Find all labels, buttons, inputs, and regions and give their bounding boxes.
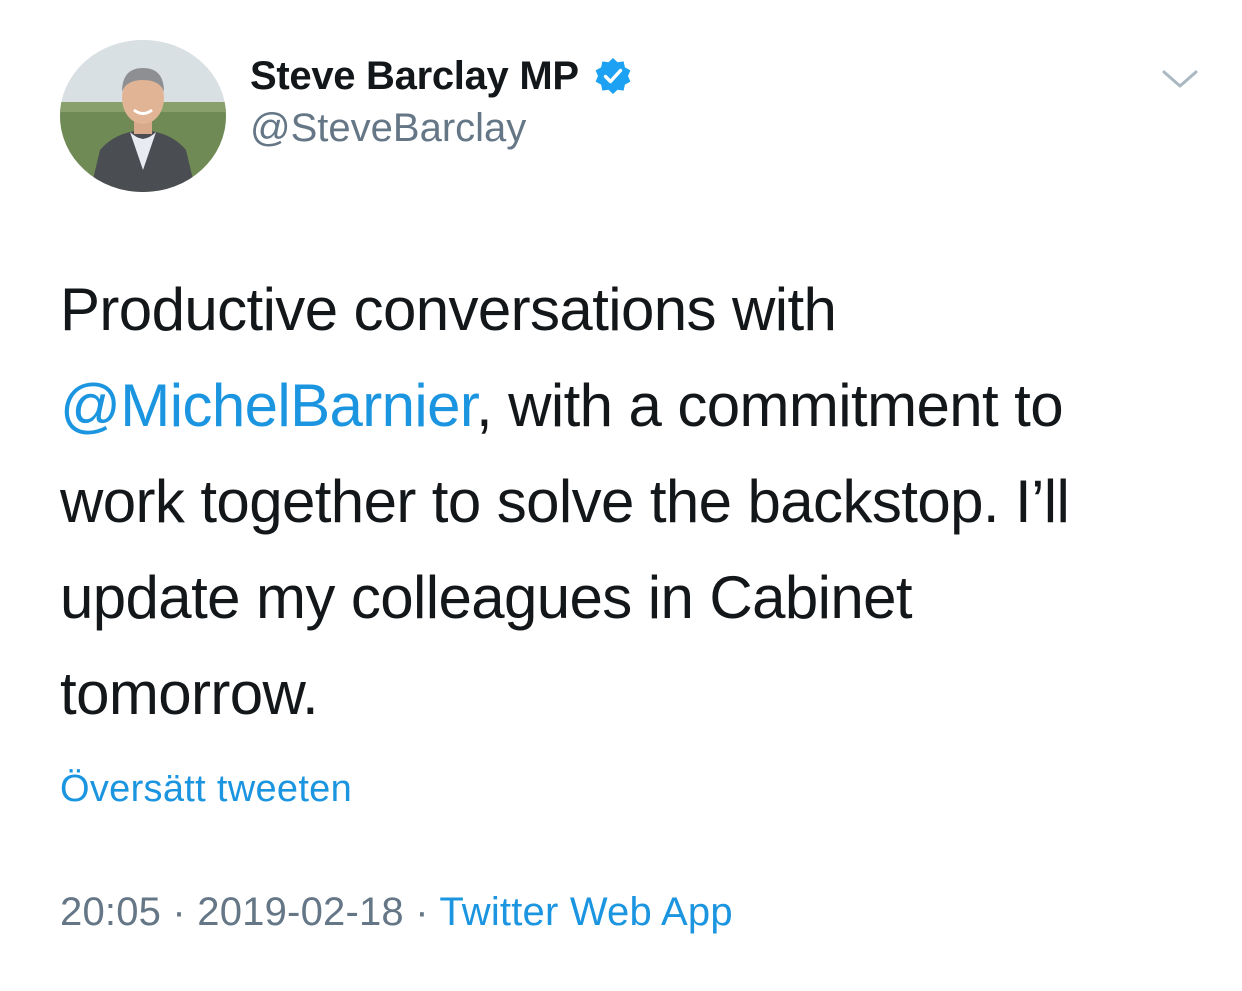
- tweet-header: Steve Barclay MP @SteveBarclay: [60, 40, 1200, 192]
- tweet-meta: 20:05 · 2019-02-18 · Twitter Web App: [60, 890, 733, 935]
- display-name[interactable]: Steve Barclay MP: [250, 54, 579, 99]
- tweet-text-before: Productive conversations with: [60, 276, 837, 343]
- tweet-source-link[interactable]: Twitter Web App: [439, 890, 733, 934]
- chevron-down-icon[interactable]: [1160, 66, 1200, 94]
- avatar[interactable]: [60, 40, 226, 192]
- meta-separator: ·: [403, 890, 440, 934]
- handle[interactable]: @SteveBarclay: [250, 106, 633, 151]
- translate-tweet-link[interactable]: Översätt tweeten: [60, 768, 352, 811]
- tweet-date: 2019-02-18: [197, 890, 404, 934]
- tweet-time: 20:05: [60, 890, 162, 934]
- tweet-text: Productive conversations with @MichelBar…: [60, 262, 1180, 742]
- author-names: Steve Barclay MP @SteveBarclay: [250, 50, 633, 151]
- meta-separator: ·: [161, 890, 198, 934]
- display-name-row: Steve Barclay MP: [250, 50, 633, 102]
- mention-link[interactable]: @MichelBarnier: [60, 372, 477, 439]
- verified-badge-icon: [593, 56, 633, 96]
- avatar-photo: [60, 40, 226, 192]
